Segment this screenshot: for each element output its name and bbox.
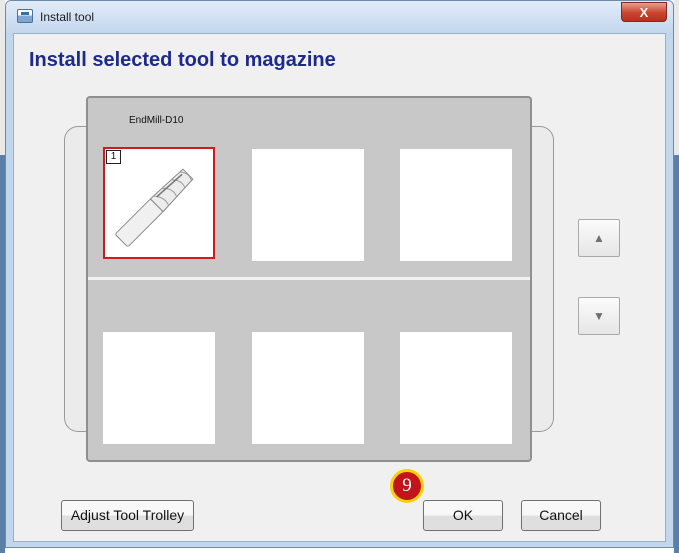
end-mill-icon (115, 168, 194, 247)
window-title: Install tool (40, 10, 95, 24)
selected-tool-name: EndMill-D10 (129, 115, 184, 126)
ok-button[interactable]: OK (423, 500, 503, 531)
magazine-row-divider (88, 277, 530, 280)
step-number-badge: 9 (390, 469, 424, 503)
magazine-slot[interactable] (252, 332, 364, 444)
magazine-rail-left (64, 126, 88, 432)
magazine-rail-right (530, 126, 554, 432)
magazine-slot[interactable] (103, 332, 215, 444)
close-button[interactable]: X (621, 2, 667, 22)
application-icon (17, 9, 33, 23)
magazine-slot[interactable] (252, 149, 364, 261)
title-bar: Install tool X (6, 1, 673, 33)
adjust-tool-trolley-button[interactable]: Adjust Tool Trolley (61, 500, 194, 531)
magazine-slot[interactable] (400, 332, 512, 444)
triangle-down-icon: ▼ (593, 309, 605, 323)
cancel-button[interactable]: Cancel (521, 500, 601, 531)
triangle-up-icon: ▲ (593, 231, 605, 245)
page-title: Install selected tool to magazine (29, 49, 336, 71)
scroll-up-button[interactable]: ▲ (578, 219, 620, 257)
background-strip-right (674, 0, 679, 553)
scroll-down-button[interactable]: ▼ (578, 297, 620, 335)
magazine-slot[interactable] (400, 149, 512, 261)
magazine-slot[interactable]: 1 (103, 147, 215, 259)
